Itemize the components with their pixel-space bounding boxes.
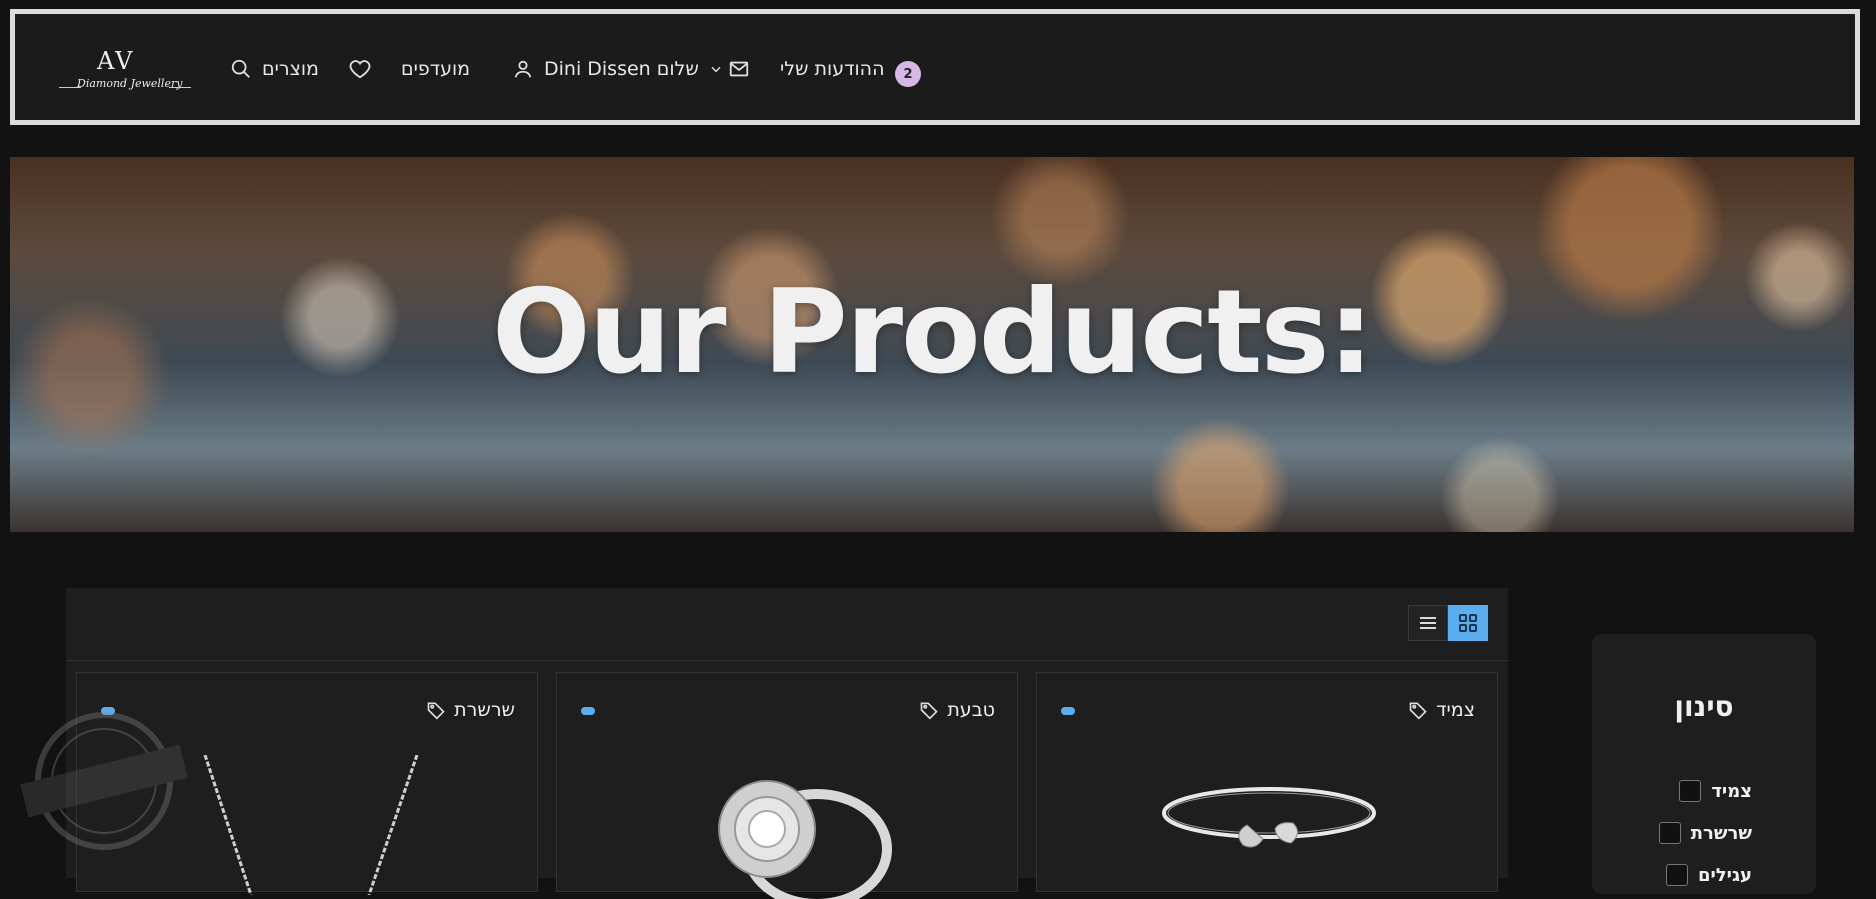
filter-option[interactable]: שרשרת (1658, 822, 1752, 844)
card-category: שרשרת (426, 699, 515, 721)
product-card[interactable]: צמיד (1036, 672, 1498, 892)
nav-user-label: Dini Dissen שלום (544, 58, 699, 80)
hero-banner: Our Products: (10, 157, 1854, 532)
search-icon (231, 59, 250, 78)
tag-icon (920, 702, 938, 720)
chevron-down-icon (711, 66, 721, 73)
grid-view-icon (1459, 614, 1477, 632)
card-indicator (581, 707, 595, 715)
heart-icon (349, 60, 371, 79)
filter-checkbox[interactable] (1658, 822, 1681, 844)
products-toolbar (66, 588, 1508, 661)
logo-script: Diamond Jewellery (77, 77, 183, 90)
tag-icon (427, 702, 445, 720)
filter-option-label: צמיד (1711, 780, 1752, 802)
products-panel: צמיד טבעת שרשרת (66, 588, 1508, 899)
filter-option-label: עגילים (1697, 864, 1752, 886)
user-icon (514, 60, 532, 78)
filter-option[interactable]: צמיד (1679, 780, 1752, 802)
grid-view-button[interactable] (1448, 605, 1488, 641)
card-category: טבעת (919, 699, 995, 721)
card-category-label: צמיד (1436, 699, 1475, 721)
card-category-label: טבעת (947, 699, 995, 721)
card-indicator (1061, 707, 1075, 715)
hero-title: Our Products: (492, 265, 1374, 400)
nav-messages-label: ההודעות שלי (780, 58, 885, 80)
nav-user-menu[interactable]: Dini Dissen שלום (512, 58, 723, 80)
filter-option[interactable]: עגילים (1665, 864, 1752, 886)
necklace-image (203, 755, 419, 895)
messages-count-badge[interactable]: 2 (895, 61, 921, 87)
nav-products-label: מוצרים (262, 58, 319, 80)
card-category: צמיד (1408, 699, 1475, 721)
list-view-button[interactable] (1408, 605, 1448, 641)
tag-icon (1409, 702, 1427, 720)
filter-title: סינון (1674, 690, 1734, 723)
nav-messages[interactable]: ההודעות שלי (728, 58, 884, 80)
ring-image (718, 780, 892, 899)
filter-option-label: שרשרת (1690, 822, 1752, 844)
logo-line-right (169, 87, 191, 88)
watermark-stamp (20, 712, 188, 850)
card-category-label: שרשרת (454, 699, 515, 721)
filter-checkbox[interactable] (1665, 864, 1688, 886)
nav-favorites[interactable]: מועדפים (349, 58, 470, 80)
nav-favorites-label: מועדפים (401, 58, 471, 80)
filter-sidebar: סינון צמיד שרשרת עגילים (1592, 634, 1816, 894)
view-toggle (1408, 605, 1488, 641)
list-view-icon (1420, 617, 1436, 629)
logo-monogram: AV (97, 47, 135, 75)
bracelet-image (1162, 787, 1376, 848)
product-card[interactable]: טבעת (556, 672, 1018, 899)
mail-icon (729, 61, 749, 77)
nav-products[interactable]: מוצרים (230, 58, 319, 80)
site-header: AV Diamond Jewellery מוצרים מועדפים Dini… (10, 9, 1860, 125)
filter-checkbox[interactable] (1679, 780, 1702, 802)
site-logo[interactable]: AV Diamond Jewellery (51, 47, 191, 99)
